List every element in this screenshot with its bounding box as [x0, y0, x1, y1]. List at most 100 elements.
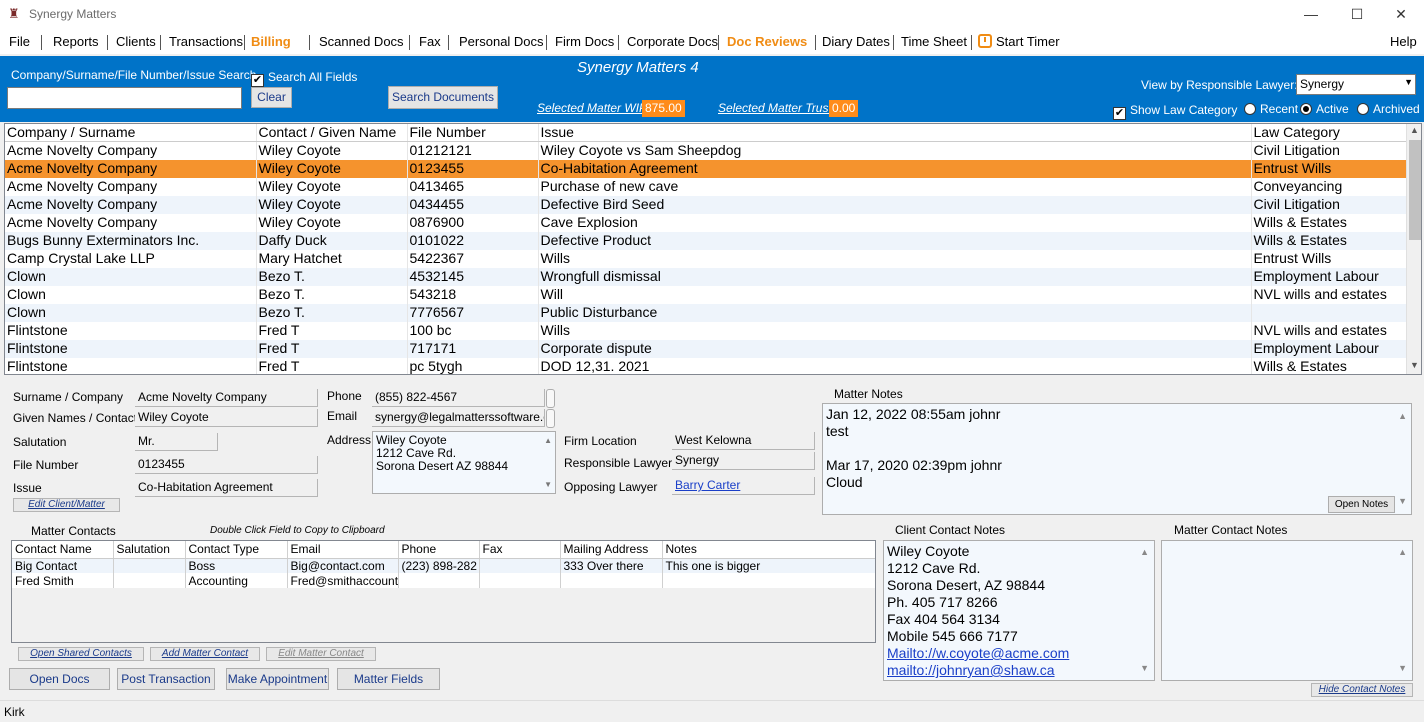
grid-cell[interactable]: Conveyancing: [1251, 177, 1408, 196]
grid-cell[interactable]: 717171: [407, 339, 539, 358]
show-law-category-checkbox[interactable]: ✔ Show Law Category: [1113, 103, 1237, 120]
grid-cell[interactable]: Flintstone: [5, 321, 257, 340]
table-row[interactable]: Clown Bezo T. 7776567 Public Disturbance: [5, 303, 1408, 322]
trust-link[interactable]: Selected Matter Trust: [718, 101, 832, 115]
phone-scroll[interactable]: [546, 389, 555, 408]
grid-cell[interactable]: 0413465: [407, 177, 539, 196]
grid-cell[interactable]: 0123455: [407, 159, 539, 178]
open-notes-button[interactable]: Open Notes: [1328, 496, 1395, 513]
grid-cell[interactable]: Fred T: [256, 339, 408, 358]
menu-firm-docs[interactable]: Firm Docs: [555, 34, 614, 49]
menu-help[interactable]: Help: [1390, 34, 1417, 49]
menu-file[interactable]: File: [9, 34, 30, 49]
grid-cell[interactable]: Bezo T.: [256, 267, 408, 286]
grid-scrollbar[interactable]: ▲ ▼: [1406, 124, 1421, 374]
contacts-column-header[interactable]: Contact Name: [12, 541, 114, 559]
email-field[interactable]: synergy@legalmatterssoftware.c: [372, 409, 545, 427]
grid-cell[interactable]: Wiley Coyote: [256, 177, 408, 196]
menu-reports[interactable]: Reports: [53, 34, 99, 49]
table-row[interactable]: Clown Bezo T. 4532145 Wrongfull dismissal Em…: [5, 267, 1408, 286]
grid-cell[interactable]: Wills: [538, 249, 1252, 268]
scroll-down-icon[interactable]: ▼: [544, 478, 552, 491]
matter-contact-notes-box[interactable]: ▲ ▼: [1161, 540, 1413, 681]
grid-cell[interactable]: Entrust Wills: [1251, 159, 1408, 178]
menu-fax[interactable]: Fax: [419, 34, 441, 49]
table-row[interactable]: Acme Novelty Company Wiley Coyote 0876900 C…: [5, 213, 1408, 232]
contacts-cell[interactable]: [560, 573, 663, 588]
grid-cell[interactable]: Flintstone: [5, 339, 257, 358]
address-field[interactable]: Wiley Coyote 1212 Cave Rd. Sorona Desert…: [372, 431, 556, 494]
email-link[interactable]: Mailto://w.coyote@acme.com: [887, 645, 1151, 662]
maximize-button[interactable]: ☐: [1334, 0, 1380, 30]
grid-cell[interactable]: Cave Explosion: [538, 213, 1252, 232]
grid-cell[interactable]: DOD 12,31. 2021: [538, 357, 1252, 374]
file-number-field[interactable]: 0123455: [135, 456, 318, 474]
grid-cell[interactable]: pc 5tygh: [407, 357, 539, 374]
grid-cell[interactable]: Wills & Estates: [1251, 357, 1408, 374]
grid-cell[interactable]: 01212121: [407, 141, 539, 160]
scroll-up-icon[interactable]: ▲: [1398, 544, 1407, 561]
menu-corporate-docs[interactable]: Corporate Docs: [627, 34, 718, 49]
grid-cell[interactable]: 5422367: [407, 249, 539, 268]
radio-archived[interactable]: Archived: [1357, 102, 1420, 116]
table-row[interactable]: Acme Novelty Company Wiley Coyote 0413465 P…: [5, 177, 1408, 196]
grid-cell[interactable]: Wiley Coyote: [256, 195, 408, 214]
grid-cell[interactable]: 4532145: [407, 267, 539, 286]
phone-field[interactable]: (855) 822-4567: [372, 389, 545, 407]
grid-cell[interactable]: Fred T: [256, 321, 408, 340]
grid-cell[interactable]: Public Disturbance: [538, 303, 1252, 322]
grid-cell[interactable]: Camp Crystal Lake LLP: [5, 249, 257, 268]
menu-billing[interactable]: Billing: [251, 34, 291, 49]
table-row[interactable]: Flintstone Fred T 717171 Corporate dispute E…: [5, 339, 1408, 358]
firm-location-field[interactable]: West Kelowna: [672, 432, 815, 450]
contacts-cell[interactable]: Big@contact.com: [287, 558, 399, 573]
scroll-up-icon[interactable]: ▲: [1407, 125, 1421, 135]
menu-start-timer[interactable]: Start Timer: [978, 34, 1060, 49]
radio-active[interactable]: Active: [1300, 102, 1349, 116]
opposing-lawyer-field[interactable]: Barry Carter: [672, 477, 815, 495]
contacts-column-header[interactable]: Email: [287, 541, 399, 559]
grid-cell[interactable]: Wrongfull dismissal: [538, 267, 1252, 286]
grid-cell[interactable]: Co-Habitation Agreement: [538, 159, 1252, 178]
grid-cell[interactable]: Entrust Wills: [1251, 249, 1408, 268]
contacts-column-header[interactable]: Fax: [479, 541, 561, 559]
table-row[interactable]: Acme Novelty Company Wiley Coyote 01212121…: [5, 141, 1408, 160]
grid-cell[interactable]: Wills & Estates: [1251, 231, 1408, 250]
grid-cell[interactable]: Clown: [5, 303, 257, 322]
client-contact-notes-box[interactable]: Wiley Coyote 1212 Cave Rd. Sorona Desert…: [883, 540, 1155, 681]
scroll-up-icon[interactable]: ▲: [544, 434, 552, 447]
wip-link[interactable]: Selected Matter WIP: [537, 101, 647, 115]
grid-cell[interactable]: 0434455: [407, 195, 539, 214]
grid-cell[interactable]: 7776567: [407, 303, 539, 322]
contacts-cell[interactable]: Fred@smithaccounti: [287, 573, 399, 588]
search-input[interactable]: [7, 87, 242, 109]
hide-contact-notes-button[interactable]: Hide Contact Notes: [1311, 683, 1413, 697]
scroll-up-icon[interactable]: ▲: [1398, 408, 1407, 425]
scroll-up-icon[interactable]: ▲: [1140, 544, 1149, 561]
contacts-cell[interactable]: 333 Over there: [560, 558, 663, 573]
grid-cell[interactable]: Will: [538, 285, 1252, 304]
table-row[interactable]: Big Contact Boss Big@contact.com (223) 898-…: [12, 558, 875, 573]
table-row[interactable]: Acme Novelty Company Wiley Coyote 0434455 D…: [5, 195, 1408, 214]
search-documents-button[interactable]: Search Documents: [388, 86, 498, 109]
grid-cell[interactable]: 100 bc: [407, 321, 539, 340]
grid-column-header[interactable]: Company / Surname: [5, 124, 257, 142]
grid-cell[interactable]: Corporate dispute: [538, 339, 1252, 358]
open-docs-button[interactable]: Open Docs: [9, 668, 110, 690]
add-matter-contact-button[interactable]: Add Matter Contact: [150, 647, 260, 661]
contacts-cell[interactable]: Accounting: [185, 573, 288, 588]
grid-cell[interactable]: Fred T: [256, 357, 408, 374]
grid-cell[interactable]: Flintstone: [5, 357, 257, 374]
contacts-cell[interactable]: [479, 573, 561, 588]
responsible-lawyer-select[interactable]: Synergy ▼: [1296, 74, 1416, 95]
contacts-column-header[interactable]: Contact Type: [185, 541, 288, 559]
menu-time-sheet[interactable]: Time Sheet: [901, 34, 967, 49]
contacts-cell[interactable]: [662, 573, 875, 588]
table-row[interactable]: Clown Bezo T. 543218 Will NVL wills and esta…: [5, 285, 1408, 304]
grid-cell[interactable]: Wiley Coyote: [256, 159, 408, 178]
table-row[interactable]: Bugs Bunny Exterminators Inc. Daffy Duck 0…: [5, 231, 1408, 250]
grid-cell[interactable]: Acme Novelty Company: [5, 141, 257, 160]
grid-cell[interactable]: Bezo T.: [256, 285, 408, 304]
issue-field[interactable]: Co-Habitation Agreement: [135, 479, 318, 497]
contacts-cell[interactable]: [113, 573, 186, 588]
